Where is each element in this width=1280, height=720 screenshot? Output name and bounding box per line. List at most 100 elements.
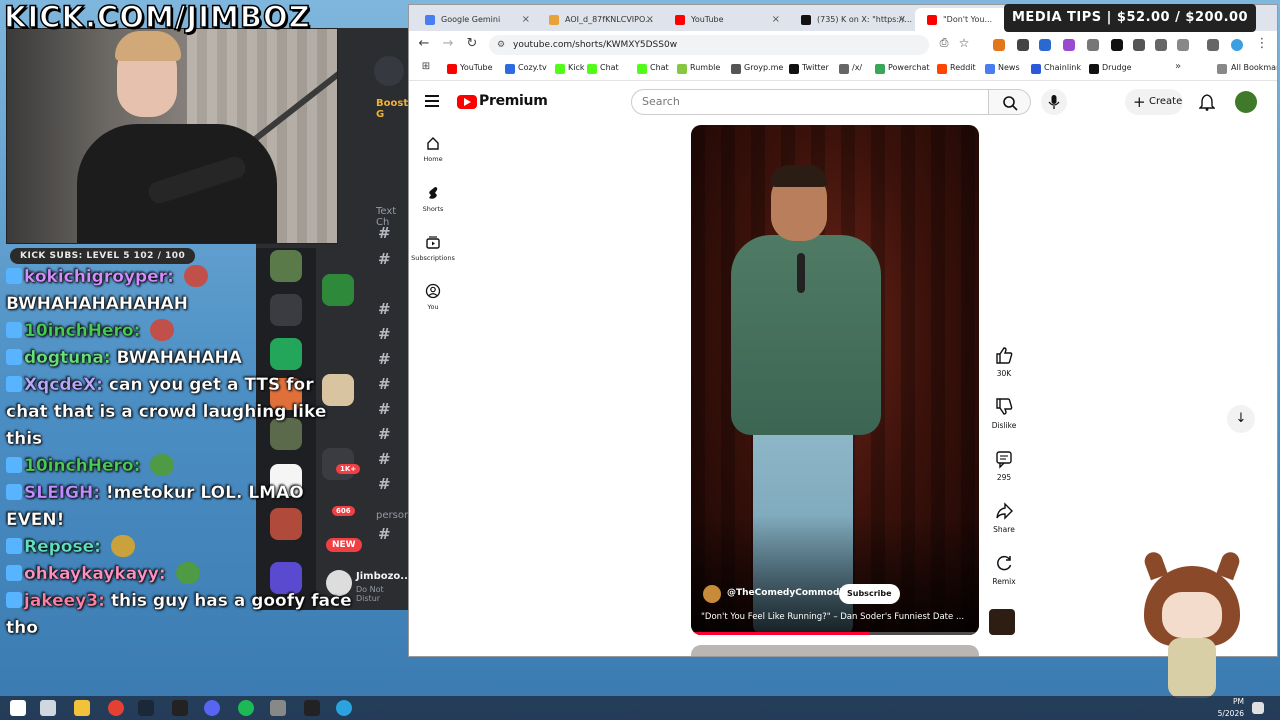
install-icon[interactable]: ⎙: [935, 36, 953, 50]
channel-name[interactable]: @TheComedyCommodity: [727, 588, 853, 598]
notifications-bell-icon[interactable]: [1199, 93, 1215, 111]
url-bar[interactable]: ⚙ youtube.com/shorts/KWMXY5DSS0w: [489, 35, 929, 55]
hamburger-menu-icon[interactable]: [425, 95, 439, 110]
search-input[interactable]: Search: [631, 89, 989, 115]
metamask-extension-icon[interactable]: [993, 39, 1005, 51]
share-button[interactable]: Share: [989, 501, 1019, 534]
next-short-preview[interactable]: [691, 645, 979, 656]
discord-icon[interactable]: [204, 700, 220, 716]
steam-icon[interactable]: [138, 700, 154, 716]
app-icon[interactable]: [270, 700, 286, 716]
x-extension-icon[interactable]: [1111, 39, 1123, 51]
bookmark-item[interactable]: Chainlink: [1031, 63, 1081, 74]
bookmark-item[interactable]: Drudge: [1089, 63, 1132, 74]
shield-extension-icon[interactable]: [1017, 39, 1029, 51]
site-info-icon[interactable]: ⚙: [497, 35, 505, 55]
extension-icon[interactable]: [1039, 39, 1051, 51]
bookmark-item[interactable]: Reddit: [937, 63, 976, 74]
bookmark-star-icon[interactable]: ☆: [955, 36, 973, 50]
bookmark-item[interactable]: Cozy.tv: [505, 63, 547, 74]
notifications-icon[interactable]: [1252, 702, 1264, 714]
bookmark-item[interactable]: Groyp.me: [731, 63, 783, 74]
app-icon[interactable]: [304, 700, 320, 716]
channel-hash-icon[interactable]: #: [378, 525, 391, 543]
bookmark-item[interactable]: Rumble: [677, 63, 720, 74]
tab-favicon-icon: [675, 15, 685, 25]
channel-avatar[interactable]: [703, 585, 721, 603]
browser-tab[interactable]: (735) K on X: "https://... ×: [789, 8, 912, 31]
sidebar-item-subscriptions[interactable]: Subscriptions: [409, 234, 457, 262]
app-icon[interactable]: [172, 700, 188, 716]
channel-hash-icon[interactable]: #: [378, 350, 391, 368]
extension-icon[interactable]: [1063, 39, 1075, 51]
all-bookmarks[interactable]: All Bookmarks: [1217, 63, 1277, 74]
dislike-button[interactable]: Dislike: [989, 397, 1019, 430]
extension-icon[interactable]: [1133, 39, 1145, 51]
channel-hash-icon[interactable]: #: [378, 425, 391, 443]
channel-hash-icon[interactable]: #: [378, 250, 391, 268]
progress-bar[interactable]: [691, 632, 979, 635]
sidebar-item-home[interactable]: Home: [409, 135, 457, 163]
channel-hash-icon[interactable]: #: [378, 400, 391, 418]
subscribe-button[interactable]: Subscribe: [839, 584, 900, 604]
bookmark-item[interactable]: Chat: [587, 63, 619, 74]
short-title[interactable]: "Don't You Feel Like Running?" – Dan Sod…: [701, 612, 971, 622]
tab-close-icon[interactable]: ×: [522, 8, 530, 31]
reload-button[interactable]: ↻: [463, 36, 481, 51]
tab-close-icon[interactable]: ×: [772, 8, 780, 31]
extensions-puzzle-icon[interactable]: [1155, 39, 1167, 51]
profile-icon[interactable]: [1231, 39, 1243, 51]
channel-hash-icon[interactable]: #: [378, 325, 391, 343]
bookmark-label: Cozy.tv: [518, 63, 547, 72]
bookmark-item[interactable]: News: [985, 63, 1020, 74]
channel-hash-icon[interactable]: #: [378, 300, 391, 318]
extension-icon[interactable]: [1087, 39, 1099, 51]
channel-hash-icon[interactable]: #: [378, 224, 391, 242]
bookmark-item[interactable]: /x/: [839, 63, 862, 74]
search-button[interactable]: [989, 89, 1031, 115]
telegram-icon[interactable]: [336, 700, 352, 716]
bookmark-item[interactable]: YouTube: [447, 63, 493, 74]
comments-button[interactable]: 295: [989, 449, 1019, 482]
account-avatar[interactable]: [1235, 91, 1257, 113]
channel-hash-icon[interactable]: #: [378, 450, 391, 468]
file-explorer-icon[interactable]: [74, 700, 90, 716]
voice-search-button[interactable]: [1041, 89, 1067, 115]
sound-thumbnail[interactable]: [989, 609, 1015, 635]
reading-list-icon[interactable]: [1207, 39, 1219, 51]
next-short-arrow-icon[interactable]: ↓: [1227, 405, 1255, 433]
browser-tab[interactable]: YouTube ×: [663, 8, 786, 31]
split-view-icon[interactable]: [1177, 39, 1189, 51]
spotify-icon[interactable]: [238, 700, 254, 716]
tab-close-icon[interactable]: ×: [898, 8, 906, 31]
sidebar-item-shorts[interactable]: Shorts: [409, 185, 457, 213]
bookmark-favicon-icon: [447, 64, 457, 74]
channel-hash-icon[interactable]: #: [378, 475, 391, 493]
bookmark-item[interactable]: Twitter: [789, 63, 829, 74]
sidebar-item-you[interactable]: You: [409, 283, 457, 311]
apps-grid-icon[interactable]: ⊞: [417, 61, 435, 72]
create-button[interactable]: + Create: [1125, 89, 1183, 115]
windows-start-icon[interactable]: [10, 700, 26, 716]
youtube-premium-logo[interactable]: Premium: [479, 93, 548, 109]
youtube-logo-icon[interactable]: [457, 95, 477, 109]
channel-hash-icon[interactable]: #: [378, 375, 391, 393]
remix-button[interactable]: Remix: [989, 553, 1019, 586]
bookmark-item[interactable]: Kick: [555, 63, 585, 74]
chat-emote-icon: [175, 562, 200, 584]
chrome-icon[interactable]: [108, 700, 124, 716]
taskbar-clock[interactable]: PM 5/2026: [1216, 696, 1244, 720]
more-menu-icon[interactable]: ⋮: [1253, 36, 1271, 51]
shorts-video-player[interactable]: @TheComedyCommodity Subscribe "Don't You…: [691, 125, 979, 635]
more-bookmarks-chevron-icon[interactable]: »: [1169, 61, 1187, 72]
server-icon[interactable]: [374, 56, 404, 86]
like-button[interactable]: 30K: [989, 345, 1019, 378]
forward-button[interactable]: →: [439, 36, 457, 51]
tab-close-icon[interactable]: ×: [646, 8, 654, 31]
browser-tab[interactable]: AOI_d_87fKNLCVIPO... ×: [537, 8, 660, 31]
bookmark-item[interactable]: Powerchat: [875, 63, 930, 74]
task-view-icon[interactable]: [40, 700, 56, 716]
bookmark-item[interactable]: Chat: [637, 63, 669, 74]
back-button[interactable]: ←: [415, 36, 433, 51]
browser-tab[interactable]: Google Gemini ×: [413, 8, 536, 31]
